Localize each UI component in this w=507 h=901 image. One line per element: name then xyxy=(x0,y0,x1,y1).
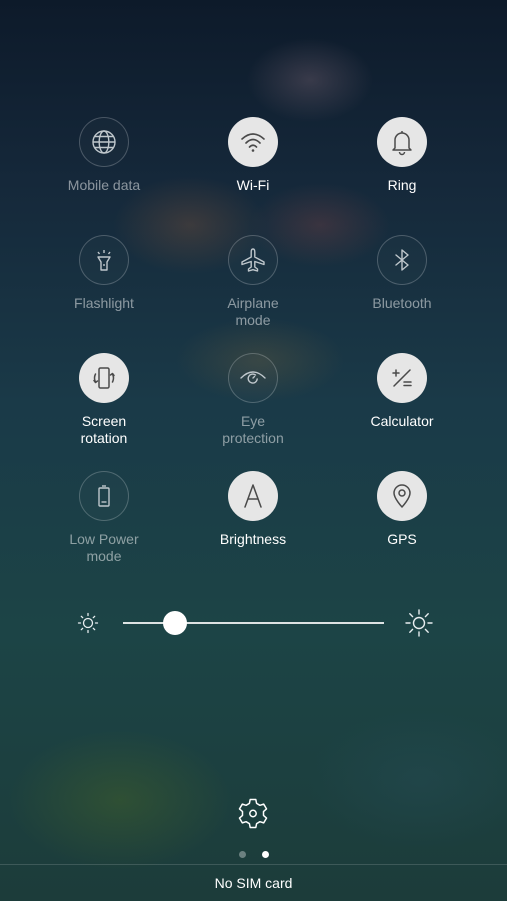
tile-screen-rotation[interactable]: Screen rotation xyxy=(29,353,179,447)
eye-icon xyxy=(238,363,268,393)
tile-wifi[interactable]: Wi-Fi xyxy=(178,117,328,194)
tile-label-mobile-data: Mobile data xyxy=(67,177,141,193)
tile-label-bluetooth: Bluetooth xyxy=(372,295,432,311)
screen-rotation-icon xyxy=(89,363,119,393)
mobile-data-toggle[interactable] xyxy=(79,117,129,167)
location-pin-icon xyxy=(387,481,417,511)
calculator-button[interactable] xyxy=(377,353,427,403)
sun-low-icon xyxy=(76,611,100,640)
divider xyxy=(0,864,507,865)
tile-label-brightness: Brightness xyxy=(219,531,287,547)
bluetooth-icon xyxy=(387,245,417,275)
battery-icon xyxy=(89,481,119,511)
tile-label-gps: GPS xyxy=(387,531,417,547)
calculator-icon xyxy=(387,363,417,393)
gps-toggle[interactable] xyxy=(377,471,427,521)
brightness-slider-row xyxy=(0,605,507,641)
tile-label-low-power-mode: Low Power mode xyxy=(69,531,139,564)
auto-brightness-toggle[interactable] xyxy=(228,471,278,521)
eye-protection-toggle[interactable] xyxy=(228,353,278,403)
wifi-toggle[interactable] xyxy=(228,117,278,167)
page-dot-1[interactable] xyxy=(238,851,246,858)
tile-gps[interactable]: GPS xyxy=(327,471,477,548)
tile-ring[interactable]: Ring xyxy=(327,117,477,194)
brightness-slider-thumb[interactable] xyxy=(163,611,188,635)
tile-eye-protection[interactable]: Eye protection xyxy=(178,353,328,447)
brightness-a-icon xyxy=(238,481,268,511)
screen-rotation-toggle[interactable] xyxy=(79,353,129,403)
tile-label-calculator: Calculator xyxy=(370,413,434,429)
tile-label-eye-protection: Eye protection xyxy=(222,413,284,446)
gear-icon xyxy=(236,798,270,834)
tile-label-screen-rotation: Screen rotation xyxy=(80,413,128,446)
tile-mobile-data[interactable]: Mobile data xyxy=(29,117,179,194)
tile-calculator[interactable]: Calculator xyxy=(327,353,477,430)
flashlight-toggle[interactable] xyxy=(79,235,129,285)
page-indicator xyxy=(0,851,507,859)
brightness-slider-track[interactable] xyxy=(123,622,384,624)
settings-button[interactable] xyxy=(236,796,270,830)
sun-high-icon xyxy=(404,608,434,643)
airplane-icon xyxy=(238,245,268,275)
globe-icon xyxy=(89,127,119,157)
tile-flashlight[interactable]: Flashlight xyxy=(29,235,179,312)
page-dot-2[interactable] xyxy=(261,851,269,858)
bell-icon xyxy=(387,127,417,157)
bluetooth-toggle[interactable] xyxy=(377,235,427,285)
tile-label-flashlight: Flashlight xyxy=(74,295,134,311)
wifi-icon xyxy=(238,127,268,157)
tile-label-wifi: Wi-Fi xyxy=(236,177,270,193)
tile-bluetooth[interactable]: Bluetooth xyxy=(327,235,477,312)
airplane-mode-toggle[interactable] xyxy=(228,235,278,285)
ring-toggle[interactable] xyxy=(377,117,427,167)
tile-label-ring: Ring xyxy=(387,177,417,193)
low-power-mode-toggle[interactable] xyxy=(79,471,129,521)
tile-brightness[interactable]: Brightness xyxy=(178,471,328,548)
tile-low-power-mode[interactable]: Low Power mode xyxy=(29,471,179,565)
carrier-status: No SIM card xyxy=(214,875,293,891)
flashlight-icon xyxy=(89,245,119,275)
tile-airplane-mode[interactable]: Airplane mode xyxy=(178,235,328,329)
tile-label-airplane-mode: Airplane mode xyxy=(227,295,279,328)
